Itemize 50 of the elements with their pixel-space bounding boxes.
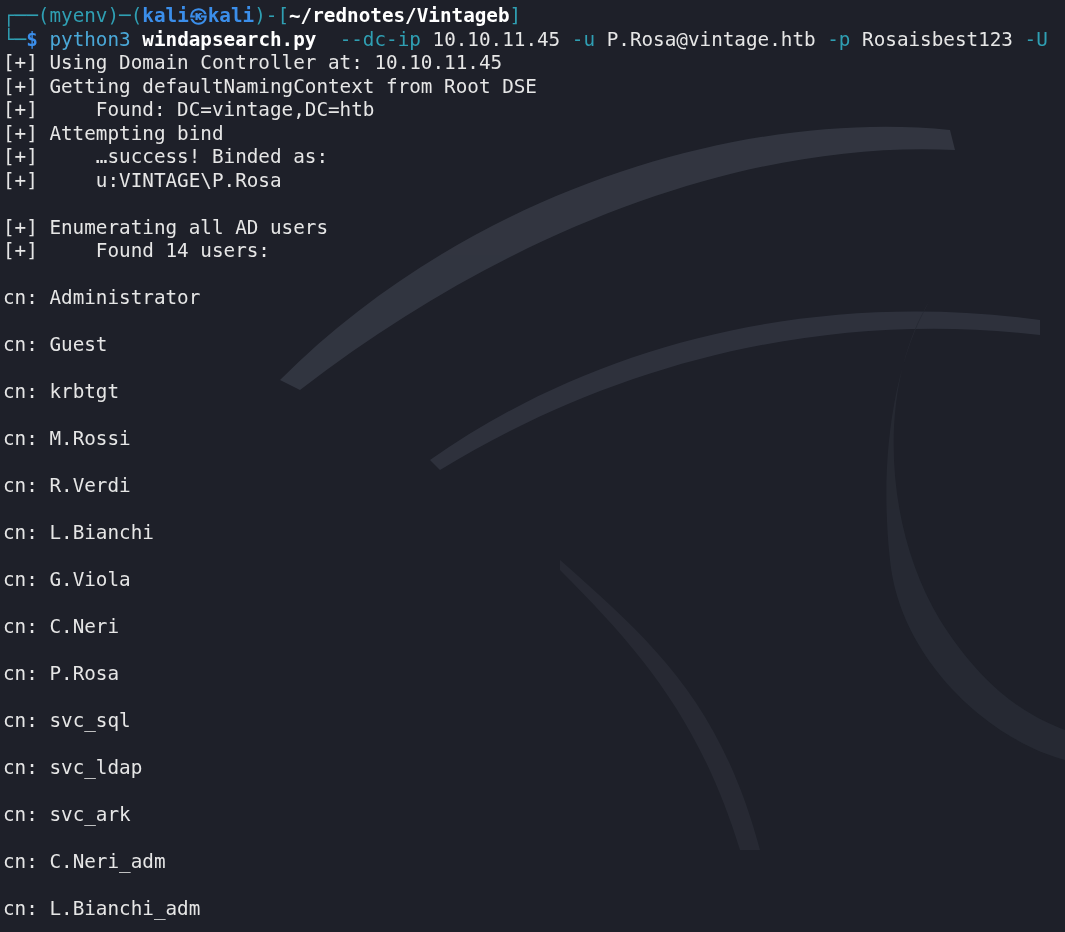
user-entry: cn: krbtgt — [3, 380, 121, 404]
user-entry: cn: L.Bianchi — [3, 521, 155, 545]
prompt-frame: └─ — [3, 27, 27, 51]
user-entry: cn: svc_sql — [3, 709, 132, 733]
output-text: Enumerating all AD users — [49, 215, 328, 239]
venv-name: myenv — [49, 4, 108, 28]
at-symbol: ㉿ — [188, 4, 208, 28]
user-entry: cn: G.Viola — [3, 568, 132, 592]
output-text: Attempting bind — [49, 121, 224, 145]
prompt-frame: ] — [509, 4, 522, 28]
output-text: Using Domain Controller at: 10.10.11.45 — [49, 51, 503, 75]
prompt-frame: ┌──( — [3, 4, 50, 28]
output-text: Getting defaultNamingContext from Root DSE — [49, 74, 537, 98]
user-entry: cn: C.Neri — [3, 615, 121, 639]
working-path: ~/rednotes/Vintageb — [289, 4, 510, 28]
status-prefix: [+] — [3, 98, 38, 122]
prompt-symbol: $ — [26, 27, 38, 51]
command-argument: P.Rosa@vintage.htb — [606, 27, 816, 51]
status-prefix: [+] — [3, 51, 38, 75]
status-prefix: [+] — [3, 239, 38, 263]
status-prefix: [+] — [3, 215, 38, 239]
user-entry: cn: Administrator — [3, 286, 202, 310]
user-entry: cn: svc_ldap — [3, 756, 144, 780]
status-prefix: [+] — [3, 168, 38, 192]
option-text: --dc-ip — [339, 27, 421, 51]
status-prefix: [+] — [3, 145, 38, 169]
option-text: -U — [1024, 27, 1048, 51]
option-text: -p — [827, 27, 851, 51]
user-name: kali — [142, 4, 189, 28]
user-entry: cn: Guest — [3, 333, 109, 357]
status-prefix: [+] — [3, 121, 38, 145]
output-text: Found 14 users: — [95, 239, 270, 263]
prompt-frame: )-[ — [254, 4, 289, 28]
output-text: …success! Binded as: — [95, 145, 328, 169]
user-entry: cn: R.Verdi — [3, 474, 132, 498]
user-entry: cn: C.Neri_adm — [3, 850, 167, 874]
option-text: -u — [571, 27, 596, 51]
user-entry: cn: P.Rosa — [3, 662, 121, 686]
script-name: windapsearch.py — [142, 27, 317, 51]
host-name: kali — [207, 4, 255, 28]
command-name: python3 — [49, 27, 131, 51]
status-prefix: [+] — [3, 74, 38, 98]
command-argument: Rosaisbest123 — [862, 27, 1013, 51]
output-text: u:VINTAGE\P.Rosa — [95, 168, 282, 192]
user-entry: cn: L.Bianchi_adm — [3, 897, 202, 921]
prompt-frame: )─( — [107, 4, 143, 28]
output-text: Found: DC=vintage,DC=htb — [95, 98, 375, 122]
user-entry: cn: svc_ark — [3, 803, 132, 827]
command-argument: 10.10.11.45 — [432, 27, 561, 51]
user-entry: cn: M.Rossi — [3, 427, 132, 451]
